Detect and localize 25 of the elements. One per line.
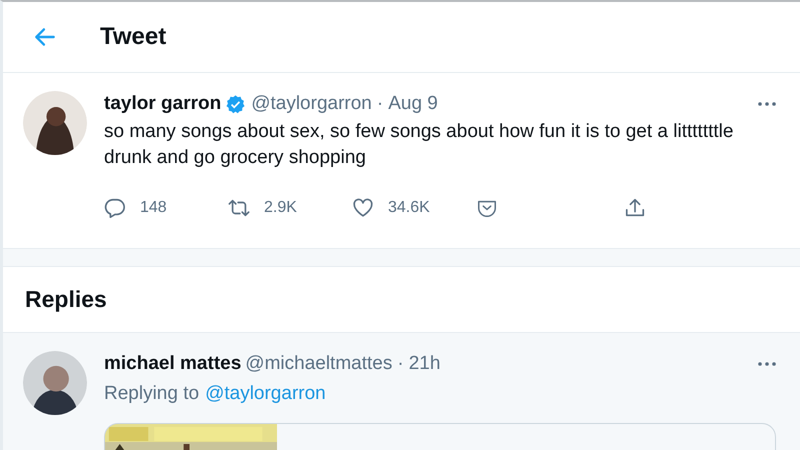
more-icon[interactable] bbox=[758, 102, 776, 106]
comment-icon[interactable] bbox=[104, 197, 126, 219]
stat-count: 34.6K bbox=[388, 199, 430, 217]
avatar[interactable] bbox=[23, 351, 87, 415]
separator-dot: · bbox=[376, 93, 384, 115]
tweet-date[interactable]: Aug 9 bbox=[388, 93, 438, 115]
reply-time[interactable]: 21h bbox=[408, 353, 440, 375]
user-name[interactable]: taylor garron bbox=[104, 93, 222, 115]
heart-icon[interactable] bbox=[352, 197, 374, 219]
stat-count: 2.9K bbox=[264, 199, 297, 217]
user-name[interactable]: michael mattes bbox=[104, 353, 242, 375]
page-title: Tweet bbox=[100, 23, 166, 51]
share-icon[interactable] bbox=[624, 197, 646, 219]
avatar[interactable] bbox=[23, 91, 87, 155]
stat-count: 148 bbox=[140, 199, 167, 217]
replying-label: Replying to bbox=[104, 383, 200, 405]
user-handle[interactable]: @michaeltmattes bbox=[245, 353, 392, 375]
reply-row[interactable]: michael mattes @michaeltmattes · 21h Replying to @taylorgarron bbox=[3, 333, 800, 450]
more-icon[interactable] bbox=[758, 362, 776, 366]
retweet-icon[interactable] bbox=[228, 197, 250, 219]
tweet-text: so many songs about sex, so few songs about how fun it is to get a litttttttle drunk and go grocery shopping bbox=[104, 120, 734, 170]
mention-link[interactable]: @taylorgarron bbox=[205, 383, 326, 405]
user-handle[interactable]: @taylorgarron bbox=[251, 93, 372, 115]
section-title: Replies bbox=[25, 286, 107, 313]
separator-dot: · bbox=[397, 353, 404, 375]
